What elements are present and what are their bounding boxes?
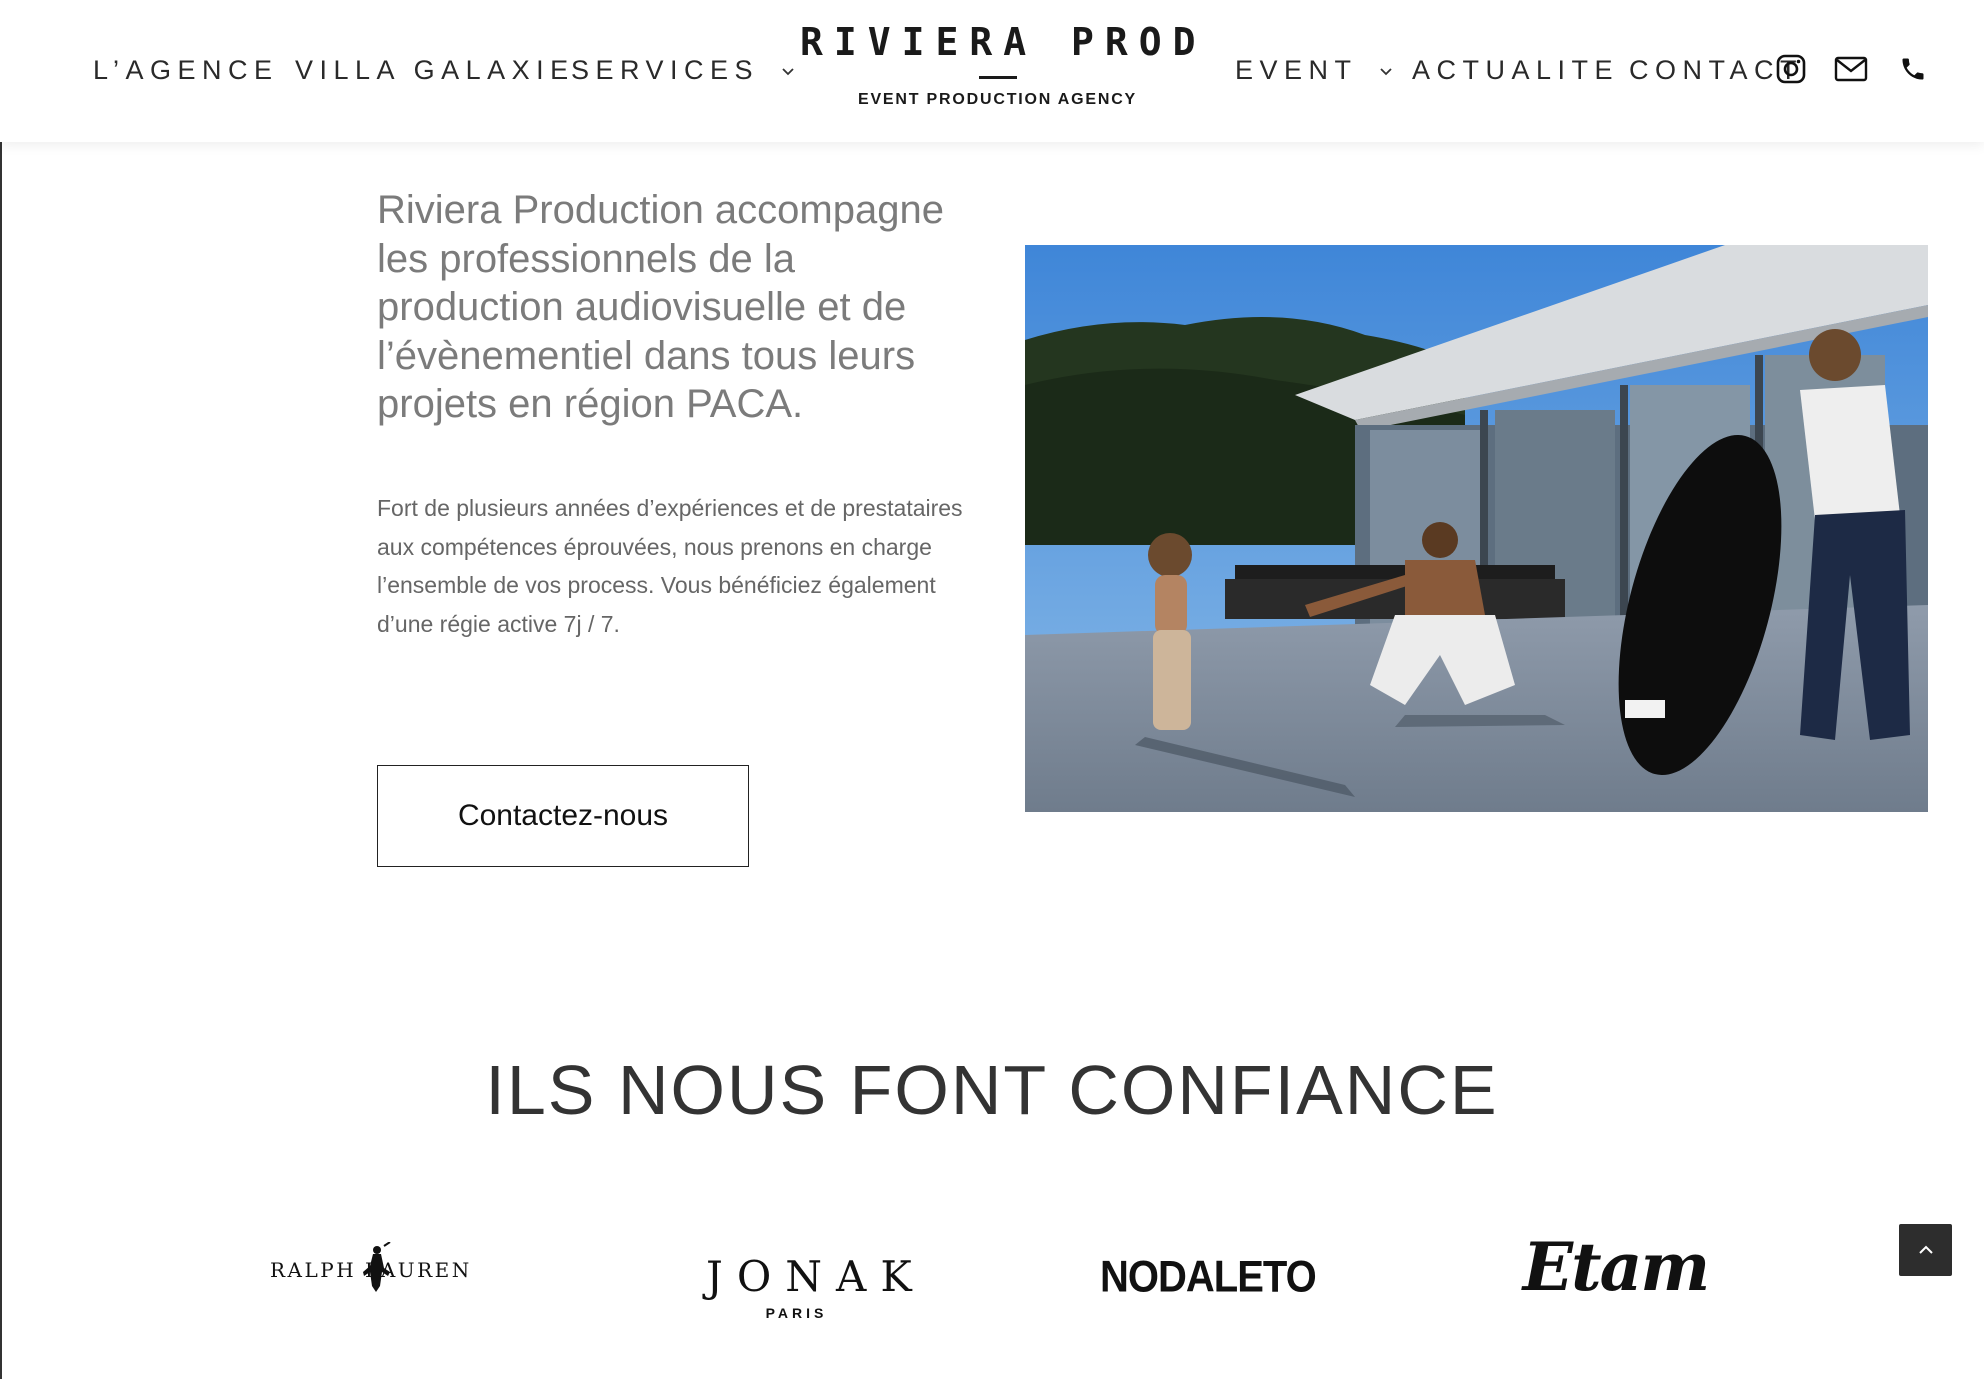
logo-ralph-lauren: RALPH LAUREN [270, 1240, 490, 1300]
site-header: L’AGENCE VILLA GALAXIE SERVICES RIVIERA … [0, 0, 1984, 142]
villa-terrace-photo [1025, 245, 1928, 812]
hero-photo [1025, 245, 1928, 812]
brand-divider [978, 76, 1017, 79]
nav-villa-galaxie[interactable]: VILLA GALAXIE [295, 55, 575, 85]
nav-event[interactable]: EVENT [1235, 55, 1393, 85]
instagram-icon[interactable] [1775, 53, 1807, 85]
jonak-wordmark: JONAK [706, 1252, 926, 1301]
nav-event-label: EVENT [1235, 55, 1358, 85]
trust-section-title: ILS NOUS FONT CONFIANCE [485, 1051, 1499, 1129]
logo-etam: Etam [1522, 1228, 1710, 1306]
phone-icon[interactable] [1899, 55, 1927, 83]
brand-title: RIVIERA PROD [800, 20, 1207, 64]
hero-lead-text: Riviera Production accompagne les profes… [377, 188, 944, 426]
hero-body-text: Fort de plusieurs années d’expériences e… [377, 495, 963, 637]
nav-services[interactable]: SERVICES [571, 55, 795, 85]
scroll-to-top-button[interactable] [1899, 1224, 1952, 1276]
nav-actualite[interactable]: ACTUALITE [1412, 55, 1619, 85]
brand-logo[interactable]: RIVIERA PROD EVENT PRODUCTION AGENCY [800, 20, 1207, 109]
logo-jonak: JONAK PARIS [692, 1252, 926, 1322]
brand-subtitle: EVENT PRODUCTION AGENCY [857, 91, 1138, 108]
chevron-down-icon [1380, 68, 1392, 76]
chevron-down-icon [782, 68, 794, 76]
chevron-up-icon [1918, 1245, 1933, 1254]
logo-nodaleto: NODALETO [1100, 1252, 1317, 1302]
jonak-tagline: PARIS [765, 1305, 828, 1321]
mail-icon[interactable] [1834, 53, 1868, 85]
contact-button[interactable]: Contactez-nous [377, 765, 749, 867]
nav-agence[interactable]: L’AGENCE [93, 55, 279, 85]
nav-services-label: SERVICES [571, 55, 760, 85]
polo-player-icon [363, 1242, 391, 1292]
page-left-border [0, 0, 2, 1379]
